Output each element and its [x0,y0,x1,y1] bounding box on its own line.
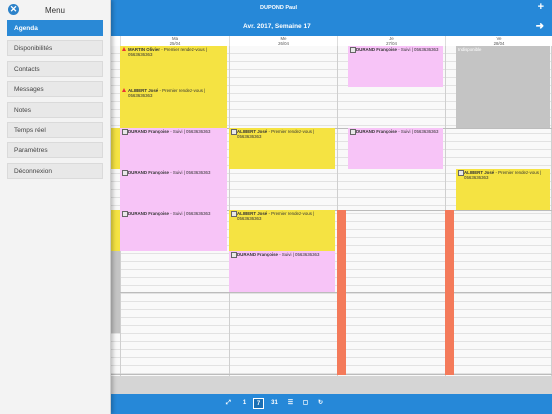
list-icon[interactable]: ☰ [285,398,296,409]
patient-icon [231,252,237,258]
appointment[interactable]: ALIBERT José - Premier rendez-vous | 056… [229,128,335,169]
expand-icon[interactable]: ⤢ [223,398,234,409]
appointment-details: - Suivi | 0563636363 [398,129,439,134]
warning-icon [122,47,126,51]
appointment-details: - Suivi | 0563636363 [279,252,320,257]
side-menu: ✕ Menu Agenda Disponibilités Contacts Me… [0,0,111,414]
appointment-patient: DURAND Françoise [128,211,169,216]
appointment[interactable]: DURAND Françoise - Suivi | 0563636363 [348,128,443,169]
patient-icon [122,170,128,176]
user-name: DUPOND Paul [260,5,297,11]
appointment[interactable]: ALIBERT José - Premier rendez-vous | 056… [229,210,335,251]
hour-line [110,374,552,375]
appointment-patient: DURAND Françoise [356,47,397,52]
event-stub[interactable] [110,128,120,169]
day-header[interactable]: Me 26/04 [229,36,337,46]
menu-title: Menu [44,6,65,15]
menu-header: ✕ Menu [0,0,110,19]
appointment-details: - Suivi | 0563636363 [170,129,211,134]
patient-icon [231,129,237,135]
week-label: Avr. 2017, Semaine 17 [243,23,311,30]
appointment-patient: DURAND Françoise [128,170,169,175]
square-icon[interactable]: ▢ [300,398,311,409]
menu-item-temps-reel[interactable]: Temps réel [7,122,103,138]
refresh-icon[interactable]: ↻ [315,398,326,409]
blocked-slot [337,210,346,375]
unavailable-slot[interactable]: Indisponible [456,46,550,128]
appointment[interactable]: DURAND Françoise - Suivi | 0563636363 [229,251,335,292]
hour-line [110,292,552,293]
top-bar: DUPOND Paul + Avr. 2017, Semaine 17 ➜ [110,0,552,36]
after-hours-strip [110,376,552,394]
appointment-details: - Suivi | 0563636363 [398,47,439,52]
patient-icon [458,170,464,176]
appointment-patient: DURAND Françoise [128,129,169,134]
menu-item-contacts[interactable]: Contacts [7,61,103,77]
appointment[interactable]: DURAND Françoise - Suivi | 0563636363 [120,169,227,210]
plus-icon[interactable]: + [538,1,544,13]
day-header[interactable]: Ma 25/04 [120,36,229,46]
menu-item-messages[interactable]: Messages [7,81,103,97]
appointment[interactable]: DURAND Françoise - Suivi | 0563636363 [120,210,227,251]
day-header[interactable]: Ve 28/04 [445,36,552,46]
patient-icon [231,211,237,217]
appointment[interactable]: DURAND Françoise - Suivi | 0563636363 [120,128,227,169]
menu-item-disponibilites[interactable]: Disponibilités [7,40,103,56]
menu-item-deconnexion[interactable]: Déconnexion [7,163,103,179]
patient-icon [122,129,128,135]
menu-item-agenda[interactable]: Agenda [7,20,103,36]
appointment-patient: DURAND Françoise [356,129,397,134]
day-header[interactable]: Je 27/04 [337,36,445,46]
view-month-button[interactable]: 31 [269,398,280,409]
warning-icon [122,88,126,92]
unavailable-label: Indisponible [458,47,482,52]
patient-icon [350,129,356,135]
blocked-slot [445,210,454,375]
view-day-button[interactable]: 1 [239,398,250,409]
appointment[interactable]: DURAND Françoise - Suivi | 0563636363 [348,46,443,87]
appointment-details: - Suivi | 0563636363 [170,170,211,175]
event-stub[interactable] [110,210,120,251]
menu-item-notes[interactable]: Notes [7,102,103,118]
patient-icon [350,47,356,53]
appointment-patient: DURAND Françoise [237,252,278,257]
event-stub[interactable] [110,251,120,333]
bottom-toolbar: ⤢ 1 7 31 ☰ ▢ ↻ [110,394,552,414]
patient-icon [122,211,128,217]
menu-item-parametres[interactable]: Paramètres [7,142,103,158]
appointment[interactable]: ALIBERT José - Premier rendez-vous | 056… [456,169,550,210]
appointment-details: - Suivi | 0563636363 [170,211,211,216]
view-week-button[interactable]: 7 [253,398,264,409]
arrow-right-icon[interactable]: ➜ [536,21,544,32]
appointment[interactable]: MARTIN Olivier - Premier rendez-vous | 0… [120,46,227,87]
day-column[interactable] [337,46,445,394]
calendar-grid[interactable]: MARTIN Olivier - Premier rendez-vous | 0… [110,46,552,394]
appointment[interactable]: ALIBERT José - Premier rendez-vous | 056… [120,87,227,128]
